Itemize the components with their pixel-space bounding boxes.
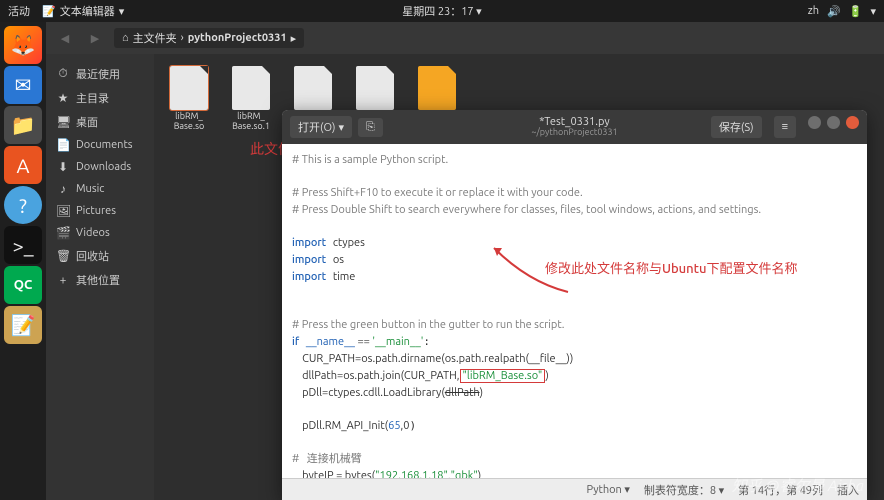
sidebar-item[interactable]: ♪ Music [46,178,154,200]
sidebar-item-label: Pictures [76,205,116,217]
editor-title: *Test_0331.py~/pythonProject0331 [531,116,617,138]
forward-button[interactable]: ▶ [84,27,106,49]
folder-icon: 🖼 [56,204,70,218]
chevron-down-icon[interactable]: ▾ [870,5,876,18]
sidebar-item[interactable]: 🗑 回收站 [46,244,154,268]
file-item[interactable]: libRM_Base.so [162,66,216,142]
folder-icon: + [56,274,70,287]
sidebar-item[interactable]: ⬇ Downloads [46,156,154,178]
editor-textarea[interactable]: # This is a sample Python script. # Pres… [282,144,867,478]
sidebar-item-label: 其他位置 [76,272,120,288]
annotation-modify: 修改此处文件名称与Ubuntu下配置文件名称 [545,258,798,277]
dock-thunderbird[interactable]: ✉ [4,66,42,104]
sidebar-item-label: 最近使用 [76,66,120,82]
watermark: 知乎 @睿尔曼 Aisha [732,475,864,496]
sidebar-item-label: Music [76,183,104,195]
highlighted-filename: "libRM_Base.so" [460,369,546,383]
folder-icon: ♪ [56,182,70,196]
breadcrumb[interactable]: ⌂ 主文件夹 › pythonProject0331 ▸ [114,28,304,48]
dock: 🦊 ✉ 📁 A ? >_ QC 📝 [0,22,46,500]
dock-help[interactable]: ? [4,186,42,224]
sidebar-item[interactable]: ★ 主目录 [46,86,154,110]
folder-icon: 📄 [56,138,70,152]
sidebar-item[interactable]: ⏱ 最近使用 [46,62,154,86]
status-tabwidth[interactable]: 制表符宽度：8 ▾ [644,482,724,498]
dock-qc[interactable]: QC [4,266,42,304]
close-button[interactable] [846,116,859,129]
hamburger-button[interactable]: ≡ [774,116,796,138]
sidebar-item-label: 回收站 [76,248,109,264]
dock-terminal[interactable]: >_ [4,226,42,264]
fm-sidebar: ⏱ 最近使用 ★ 主目录 🖥 桌面 📄 Documents ⬇ Downloads ♪ Music 🖼 P… [46,54,154,500]
folder-icon: ⏱ [56,67,70,81]
dock-files[interactable]: 📁 [4,106,42,144]
sidebar-item[interactable]: 🖥 桌面 [46,110,154,134]
file-label: libRM_Base.so [174,112,205,132]
status-lang[interactable]: Python ▾ [587,483,630,496]
file-icon [170,66,208,110]
file-item[interactable]: libRM_Base.so.1 [224,66,278,142]
dock-firefox[interactable]: 🦊 [4,26,42,64]
system-tray[interactable]: zh 🔊 🔋 ▾ [808,5,876,18]
sidebar-item-label: 桌面 [76,114,98,130]
sidebar-item[interactable]: + 其他位置 [46,268,154,292]
open-button[interactable]: 打开(O) ▾ [290,116,352,138]
save-button[interactable]: 保存(S) [711,116,762,138]
new-tab-button[interactable]: ⎘ [358,118,383,137]
fm-headerbar: ◀ ▶ ⌂ 主文件夹 › pythonProject0331 ▸ [46,22,884,54]
folder-icon: ★ [56,91,70,105]
sidebar-item[interactable]: 🎬 Videos [46,222,154,244]
gnome-topbar: 活动 📝文本编辑器 ▾ 星期四 23：17 ▾ zh 🔊 🔋 ▾ [0,0,884,22]
file-icon [356,66,394,110]
volume-icon[interactable]: 🔊 [827,5,841,18]
maximize-button[interactable] [827,116,840,129]
activities-button[interactable]: 活动 [8,3,30,19]
minimize-button[interactable] [808,116,821,129]
back-button[interactable]: ◀ [54,27,76,49]
sidebar-item[interactable]: 📄 Documents [46,134,154,156]
file-icon [294,66,332,110]
folder-icon: 🗑 [56,249,70,263]
sidebar-item-label: Videos [76,227,110,239]
sidebar-item[interactable]: 🖼 Pictures [46,200,154,222]
file-icon [232,66,270,110]
editor-headerbar: 打开(O) ▾ ⎘ *Test_0331.py~/pythonProject03… [282,110,867,144]
file-label: libRM_Base.so.1 [232,112,270,132]
home-icon: ⌂ [122,32,129,44]
dock-software[interactable]: A [4,146,42,184]
folder-icon: ⬇ [56,160,70,174]
text-editor-window: 打开(O) ▾ ⎘ *Test_0331.py~/pythonProject03… [282,110,867,500]
ime-icon[interactable]: zh [808,5,819,18]
text-editor-icon: 📝 [42,5,56,18]
sidebar-item-label: 主目录 [76,90,109,106]
sidebar-item-label: Documents [76,139,133,151]
sidebar-item-label: Downloads [76,161,131,173]
app-indicator[interactable]: 📝文本编辑器 ▾ [42,3,124,19]
dock-notepad[interactable]: 📝 [4,306,42,344]
clock[interactable]: 星期四 23：17 ▾ [402,3,481,19]
folder-icon: 🖥 [56,115,70,129]
power-icon[interactable]: 🔋 [849,5,863,18]
folder-icon: 🎬 [56,226,70,240]
file-icon [418,66,456,110]
